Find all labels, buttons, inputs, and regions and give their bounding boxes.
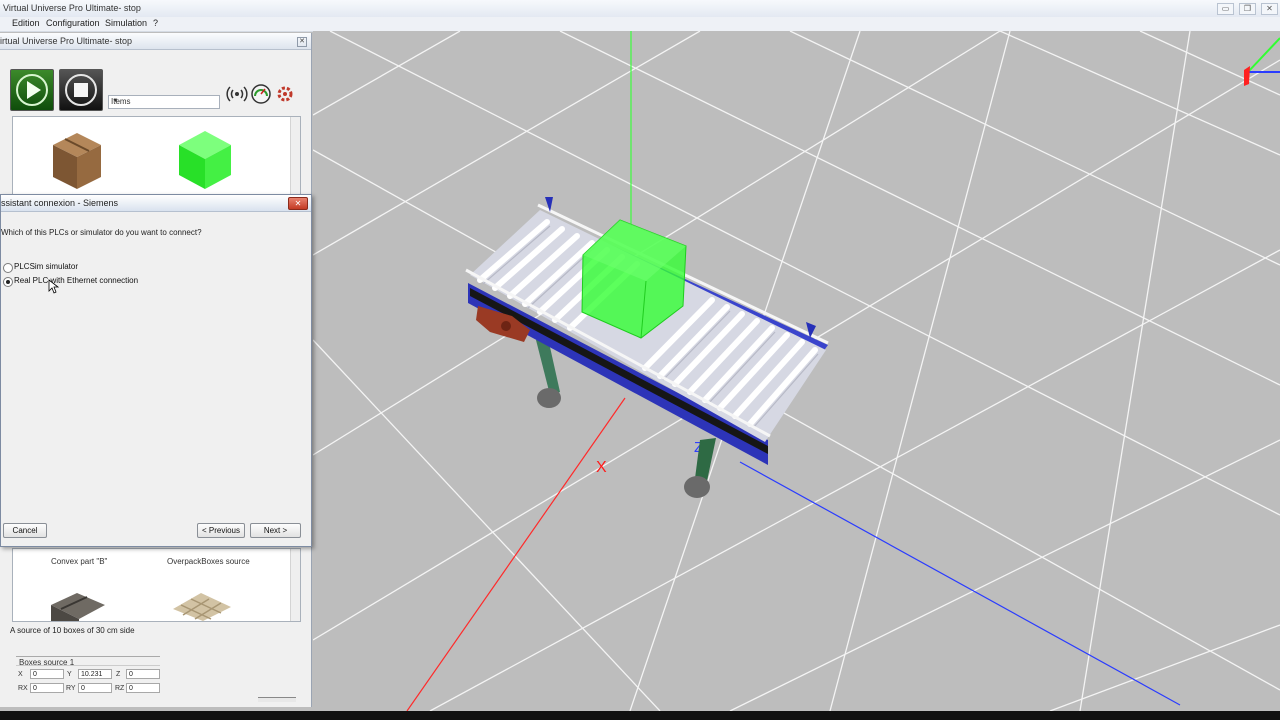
ry-label: RY <box>66 685 76 692</box>
leg-foot <box>537 388 561 408</box>
z-field[interactable]: 0 <box>126 669 160 679</box>
previous-button[interactable]: < Previous <box>197 523 245 538</box>
convex-part-thumbnail[interactable] <box>51 593 105 621</box>
items-gallery[interactable] <box>12 116 301 195</box>
panel-title: irtual Universe Pro Ultimate- stop <box>0 36 133 46</box>
stop-icon <box>65 74 97 106</box>
gauge-icon[interactable] <box>250 83 272 105</box>
radio-plcsim[interactable] <box>3 263 13 273</box>
play-icon <box>16 74 48 106</box>
app-title-bar: Virtual Universe Pro Ultimate- stop ▭ ❐ … <box>0 0 1280 18</box>
dialog-title-bar: ssistant connexion - Siemens ✕ <box>1 195 311 212</box>
menu-item-simulation[interactable]: Simulation <box>105 18 147 28</box>
menu-item-edition[interactable]: Edition <box>12 18 40 28</box>
close-app-button[interactable]: ✕ <box>1261 3 1278 15</box>
items-category-select[interactable]: Items ▼ <box>108 95 220 109</box>
item-description: A source of 10 boxes of 30 cm side <box>10 626 135 635</box>
gear-icon[interactable] <box>274 83 296 105</box>
leg-foot <box>684 476 710 498</box>
next-button[interactable]: Next > <box>250 523 301 538</box>
close-icon[interactable]: ✕ <box>288 197 308 210</box>
rz-label: RZ <box>115 685 125 692</box>
app-title: Virtual Universe Pro Ultimate- stop <box>3 3 141 13</box>
overpack-boxes-thumbnail[interactable] <box>173 593 231 621</box>
mouse-cursor-icon <box>48 279 60 294</box>
x-label: X <box>18 671 23 678</box>
minimize-button[interactable]: ▭ <box>1217 3 1234 15</box>
menu-bar: Edition Configuration Simulation? <box>0 17 1280 32</box>
apply-button[interactable] <box>258 697 296 702</box>
cancel-button[interactable]: Cancel <box>3 523 47 538</box>
rx-label: RX <box>18 685 28 692</box>
panel-close-icon[interactable]: ✕ <box>297 37 307 47</box>
stop-button[interactable] <box>59 69 103 111</box>
chevron-down-icon[interactable]: ▼ <box>111 97 120 106</box>
maximize-button[interactable]: ❐ <box>1239 3 1256 15</box>
gallery-scrollbar[interactable] <box>290 117 300 194</box>
rz-field[interactable]: 0 <box>126 683 160 693</box>
option-label[interactable]: Real PLC with Ethernet connection <box>14 276 138 285</box>
gallery-thumbnails <box>51 593 231 621</box>
x-field[interactable]: 0 <box>30 669 64 679</box>
gallery-thumbnails <box>53 131 231 189</box>
play-button[interactable] <box>10 69 54 111</box>
z-label: Z <box>116 671 121 678</box>
ry-field[interactable]: 0 <box>78 683 112 693</box>
rx-field[interactable]: 0 <box>30 683 64 693</box>
properties-title: Boxes source 1 <box>16 656 160 667</box>
x-axis-label: X <box>596 459 607 476</box>
menu-item-help[interactable]: ? <box>153 18 158 28</box>
gallery-scrollbar[interactable] <box>290 549 300 621</box>
signal-icon[interactable] <box>226 83 248 105</box>
option-label[interactable]: PLCSim simulator <box>14 262 78 271</box>
radio-real-plc[interactable] <box>3 277 13 287</box>
taskbar-edge <box>0 711 1280 720</box>
panel-title-bar: irtual Universe Pro Ultimate- stop ✕ <box>0 33 311 50</box>
dialog-title: ssistant connexion - Siemens <box>1 198 119 208</box>
connection-assistant-dialog: ssistant connexion - Siemens ✕ Which of … <box>0 194 312 547</box>
3d-viewport[interactable]: X Z <box>313 31 1280 711</box>
cardboard-box-thumbnail[interactable] <box>53 133 101 189</box>
y-label: Y <box>67 671 72 678</box>
y-field[interactable]: 10.231 <box>78 669 112 679</box>
items-gallery-lower[interactable]: Convex part "B" OverpackBoxes source <box>12 548 301 622</box>
green-box-thumbnail[interactable] <box>179 131 231 189</box>
menu-item-configuration[interactable]: Configuration <box>46 18 100 28</box>
dialog-question: Which of this PLCs or simulator do you w… <box>1 228 202 237</box>
